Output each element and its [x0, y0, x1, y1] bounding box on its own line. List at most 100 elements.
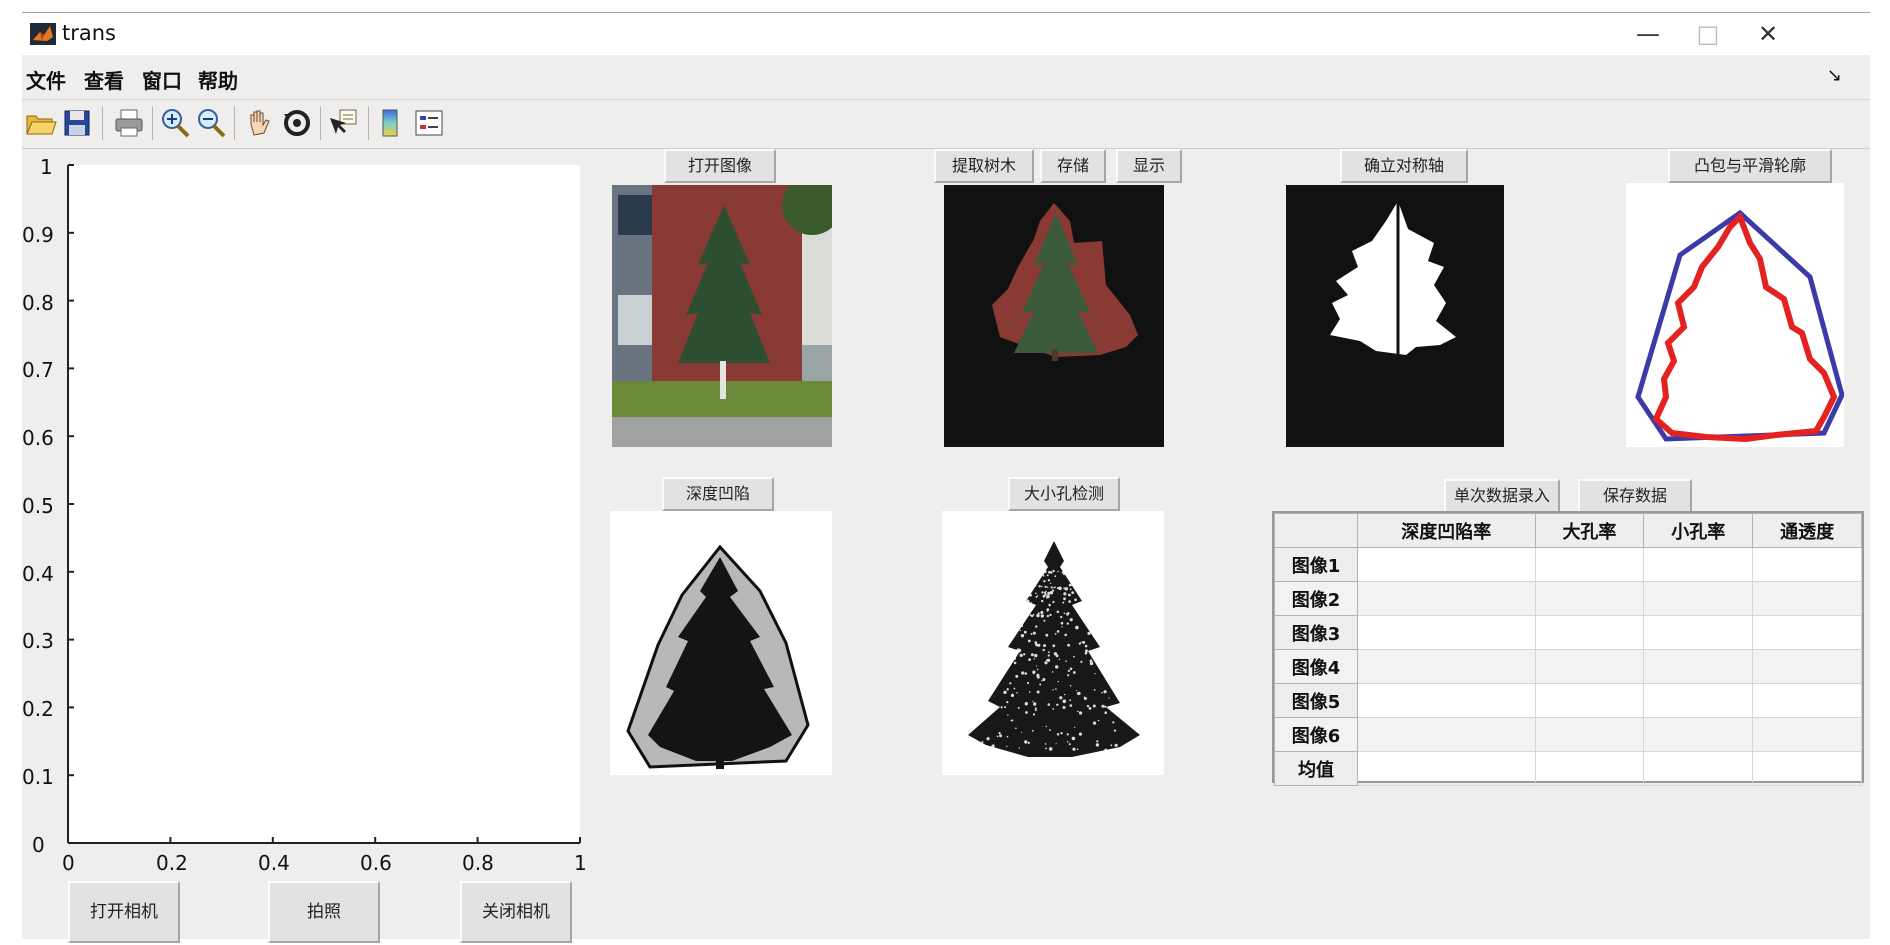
table-cell[interactable]	[1534, 581, 1645, 616]
toolbar-separator	[152, 106, 153, 140]
menu-file[interactable]: 文件	[26, 65, 66, 94]
table-cell[interactable]	[1643, 683, 1754, 718]
x-tick-label: 0.2	[156, 851, 188, 875]
toolbar-separator	[368, 106, 369, 140]
menu-help[interactable]: 帮助	[198, 65, 238, 94]
table-cell[interactable]	[1643, 649, 1754, 684]
menu-view[interactable]: 查看	[84, 65, 124, 94]
table-cell[interactable]	[1643, 751, 1754, 786]
depth-dent-button[interactable]: 深度凹陷	[662, 477, 774, 511]
save-data-button[interactable]: 保存数据	[1578, 479, 1692, 513]
table-cell[interactable]	[1643, 615, 1754, 650]
app-window: trans — □ ✕ 文件 查看 窗口 帮助 ↘ 0 0.1 0.2 0.3 …	[22, 12, 1870, 943]
data-table: 深度凹陷率 大孔率 小孔率 通透度 图像1 图像2 图像3 图像4 图像5 图像…	[1272, 511, 1864, 786]
convex-hull-button[interactable]: 凸包与平滑轮廓	[1668, 149, 1832, 183]
original-tree-image	[612, 185, 832, 447]
save-icon[interactable]	[60, 106, 94, 140]
y-tick-label: 0.2	[22, 697, 54, 721]
depth-dent-image	[610, 511, 832, 775]
table-cell[interactable]	[1752, 615, 1862, 650]
table-cell[interactable]	[1357, 717, 1536, 752]
colorbar-icon[interactable]	[374, 106, 408, 140]
table-cell[interactable]	[1534, 683, 1645, 718]
table-cell[interactable]	[1643, 581, 1754, 616]
data-cursor-icon[interactable]	[326, 106, 360, 140]
table-row: 图像1	[1274, 547, 1862, 582]
row-header: 图像4	[1274, 649, 1358, 684]
row-header: 均值	[1274, 751, 1358, 786]
table-cell[interactable]	[1752, 547, 1862, 582]
y-tick-label: 0.9	[22, 223, 54, 247]
legend-icon[interactable]	[412, 106, 446, 140]
toolbar-separator	[102, 106, 103, 140]
table-row: 图像4	[1274, 649, 1862, 684]
row-header: 图像3	[1274, 615, 1358, 650]
zoom-in-icon[interactable]	[158, 106, 192, 140]
table-cell[interactable]	[1752, 683, 1862, 718]
table-cell[interactable]	[1534, 717, 1645, 752]
x-tick-label: 0	[62, 851, 75, 875]
table-cell[interactable]	[1357, 547, 1536, 582]
preview-axes	[67, 164, 581, 844]
symmetry-axis-button[interactable]: 确立对称轴	[1340, 149, 1468, 183]
store-button[interactable]: 存储	[1040, 149, 1106, 183]
extracted-tree-image	[944, 185, 1164, 447]
table-cell[interactable]	[1534, 615, 1645, 650]
axes-frame	[67, 164, 581, 844]
row-header: 图像1	[1274, 547, 1358, 582]
table-cell[interactable]	[1357, 683, 1536, 718]
pan-icon[interactable]	[242, 106, 276, 140]
table-cell[interactable]	[1357, 615, 1536, 650]
y-tick-label: 0.1	[22, 765, 54, 789]
dock-arrow-icon[interactable]: ↘	[1827, 65, 1842, 86]
take-photo-button[interactable]: 拍照	[268, 881, 380, 943]
x-tick-label: 0.4	[258, 851, 290, 875]
table-cell[interactable]	[1643, 547, 1754, 582]
open-camera-button[interactable]: 打开相机	[68, 881, 180, 943]
table-cell[interactable]	[1643, 717, 1754, 752]
hole-detection-image	[942, 511, 1164, 775]
column-header-large-hole-rate: 大孔率	[1534, 513, 1645, 548]
table-cell[interactable]	[1357, 751, 1536, 786]
minimize-button[interactable]: —	[1618, 15, 1678, 53]
open-icon[interactable]	[24, 106, 58, 140]
column-header-depth-dent-rate: 深度凹陷率	[1357, 513, 1536, 548]
print-icon[interactable]	[112, 106, 146, 140]
matlab-icon	[30, 23, 56, 45]
extract-tree-button[interactable]: 提取树木	[934, 149, 1034, 183]
close-button[interactable]: ✕	[1738, 15, 1798, 53]
table-header-corner	[1274, 513, 1358, 548]
x-tick-label: 1	[574, 851, 587, 875]
table-cell[interactable]	[1357, 581, 1536, 616]
window-title: trans	[62, 21, 116, 45]
table-cell[interactable]	[1357, 649, 1536, 684]
row-header: 图像2	[1274, 581, 1358, 616]
menu-window[interactable]: 窗口	[142, 65, 182, 94]
hole-detection-button[interactable]: 大小孔检测	[1008, 477, 1120, 511]
table-cell[interactable]	[1752, 717, 1862, 752]
symmetry-axis-image	[1286, 185, 1504, 447]
table-cell[interactable]	[1534, 547, 1645, 582]
column-header-small-hole-rate: 小孔率	[1643, 513, 1754, 548]
single-data-entry-button[interactable]: 单次数据录入	[1444, 479, 1560, 513]
table-cell[interactable]	[1534, 751, 1645, 786]
open-image-button[interactable]: 打开图像	[664, 149, 776, 183]
table-row: 图像2	[1274, 581, 1862, 616]
rotate-icon[interactable]	[280, 106, 314, 140]
convex-hull-image	[1626, 183, 1844, 447]
title-bar: trans — □ ✕	[22, 13, 1870, 55]
maximize-button[interactable]: □	[1678, 15, 1738, 53]
toolbar-separator	[320, 106, 321, 140]
show-button[interactable]: 显示	[1116, 149, 1182, 183]
table-cell[interactable]	[1752, 581, 1862, 616]
menu-bar: 文件 查看 窗口 帮助 ↘	[22, 57, 1870, 97]
row-header: 图像5	[1274, 683, 1358, 718]
y-tick-label: 0.4	[22, 562, 54, 586]
close-camera-button[interactable]: 关闭相机	[460, 881, 572, 943]
zoom-out-icon[interactable]	[194, 106, 228, 140]
table-cell[interactable]	[1752, 649, 1862, 684]
y-tick-label: 0.8	[22, 291, 54, 315]
table-cell[interactable]	[1752, 751, 1862, 786]
table-cell[interactable]	[1534, 649, 1645, 684]
x-tick-label: 0.6	[360, 851, 392, 875]
